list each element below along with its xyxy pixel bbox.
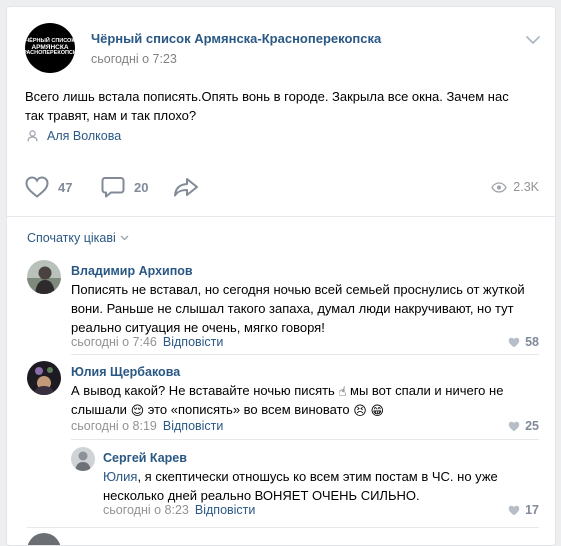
comment-text: А вывод какой? Не вставайте ночью писять… <box>71 381 541 419</box>
comment-author[interactable]: Владимир Архипов <box>71 264 193 278</box>
comment-author[interactable]: Юлия Щербакова <box>71 365 180 379</box>
heart-icon <box>508 421 520 431</box>
eye-icon <box>491 181 508 193</box>
comment-like-count: 25 <box>525 419 539 433</box>
comment-count: 20 <box>134 179 149 195</box>
chevron-down-icon[interactable] <box>525 35 541 45</box>
comments-divider <box>7 216 555 217</box>
heart-icon <box>508 337 520 347</box>
grinning-face-emoji: 😁 <box>370 403 384 418</box>
reply-link[interactable]: Відповісти <box>163 419 224 433</box>
comment-like-count: 58 <box>525 335 539 349</box>
comment-text: Пописять не вставал, но сегодня ночью вс… <box>71 282 525 335</box>
avatar-photo <box>27 533 61 545</box>
relieved-face-emoji: 😌 <box>130 403 145 418</box>
avatar-text-line-3: КРАСНОПЕРЕКОПСКА <box>19 50 81 57</box>
comment-avatar[interactable] <box>71 447 95 471</box>
post-time[interactable]: сьогодні о 7:23 <box>91 52 177 66</box>
avatar-photo <box>71 447 95 471</box>
views-counter: 2.3K <box>491 169 539 205</box>
comment-like-count: 17 <box>525 503 539 517</box>
post-actions: 47 20 2.3K <box>7 169 555 209</box>
comment-time[interactable]: сьогодні о 8:23 <box>103 503 189 517</box>
group-name-link[interactable]: Чёрный список Армянска-Красноперекопска <box>91 31 381 46</box>
share-icon <box>174 178 198 197</box>
comment-meta: сьогодні о 8:23 Відповісти <box>103 503 255 517</box>
user-icon <box>27 130 38 142</box>
share-button[interactable] <box>173 169 208 205</box>
comment-author[interactable]: Сергей Карев <box>103 451 187 465</box>
reply-link[interactable]: Відповісти <box>163 335 224 349</box>
comment-meta: сьогодні о 8:19 Відповісти <box>71 419 223 433</box>
views-count: 2.3K <box>513 180 539 194</box>
avatar-photo <box>27 260 61 294</box>
post-signer[interactable]: Аля Волкова <box>27 129 121 143</box>
persevering-face-emoji: 😣 <box>353 403 367 418</box>
comment-avatar[interactable] <box>27 260 61 294</box>
comment-time[interactable]: сьогодні о 7:46 <box>71 335 157 349</box>
comment-separator <box>27 527 539 528</box>
comment-icon <box>101 177 125 198</box>
quoted-user-link[interactable]: Юлия <box>103 469 137 484</box>
heart-icon <box>508 505 520 515</box>
like-count: 47 <box>58 179 73 195</box>
comment-meta: сьогодні о 7:46 Відповісти <box>71 335 223 349</box>
comment-avatar[interactable] <box>27 533 61 545</box>
comment-button[interactable]: 20 <box>101 169 148 205</box>
point-up-emoji: ☝ <box>338 384 347 399</box>
comment-text-part: , я скептически отношусь ко всем этим по… <box>103 469 498 503</box>
signer-name: Аля Волкова <box>47 129 122 143</box>
group-avatar[interactable]: ЧЁРНЫЙ СПИСОК АРМЯНСКА КРАСНОПЕРЕКОПСКА <box>20 23 80 73</box>
heart-icon <box>25 176 49 198</box>
comment-like-button[interactable]: 17 <box>508 503 539 517</box>
comment-separator <box>71 439 539 440</box>
comment-item: Владимир Архипов Пописять не вставал, но… <box>7 255 555 355</box>
comment-item <box>7 529 555 545</box>
like-button[interactable]: 47 <box>25 169 72 205</box>
chevron-down-icon <box>120 235 129 241</box>
comment-like-button[interactable]: 25 <box>508 419 539 433</box>
sort-label: Спочатку цікаві <box>27 231 116 245</box>
reply-item: Сергей Карев Юлия, я скептически отношус… <box>7 441 555 529</box>
comment-text-part: это «пописять» во всем виновато <box>147 402 350 417</box>
comment-text: Юлия, я скептически отношусь ко всем эти… <box>103 467 523 505</box>
comment-avatar[interactable] <box>27 361 61 395</box>
comment-like-button[interactable]: 58 <box>508 335 539 349</box>
post-card: ЧЁРНЫЙ СПИСОК АРМЯНСКА КРАСНОПЕРЕКОПСКА … <box>6 6 556 546</box>
comment-item: Юлия Щербакова А вывод какой? Не вставай… <box>7 355 555 441</box>
avatar-photo <box>27 361 61 395</box>
post-header: ЧЁРНЫЙ СПИСОК АРМЯНСКА КРАСНОПЕРЕКОПСКА … <box>20 23 545 75</box>
comment-time[interactable]: сьогодні о 8:19 <box>71 419 157 433</box>
comment-text-part: А вывод какой? Не вставайте ночью писять <box>71 383 335 398</box>
reply-link[interactable]: Відповісти <box>195 503 256 517</box>
post-text: Всего лишь встала пописять.Опять вонь в … <box>25 89 509 123</box>
comments-sort-dropdown[interactable]: Спочатку цікаві <box>27 231 129 245</box>
